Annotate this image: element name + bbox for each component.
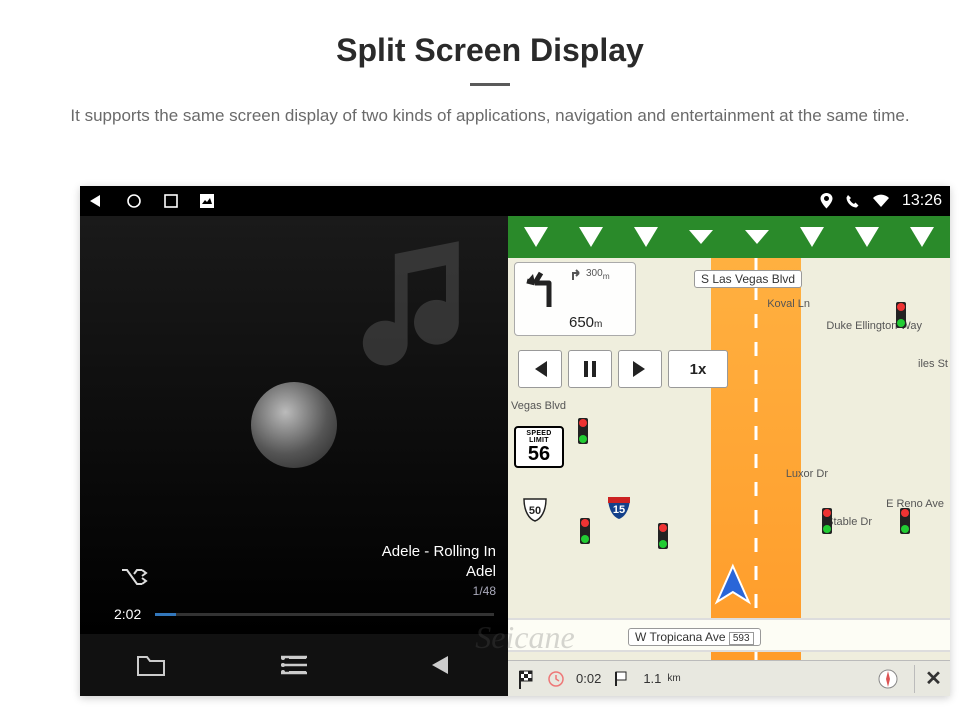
current-position-icon — [709, 562, 757, 610]
status-bar: 13:26 — [80, 186, 950, 216]
title-underline — [470, 83, 510, 86]
lane-guidance-strip — [508, 216, 950, 258]
track-index: 1/48 — [382, 584, 496, 600]
remaining-distance: 1.1km — [643, 671, 680, 686]
svg-text:50: 50 — [529, 505, 541, 517]
now-playing-info: Adele - Rolling In Adel 1/48 — [382, 542, 496, 600]
clock-icon — [548, 671, 564, 687]
label-reno: E Reno Ave — [886, 498, 944, 510]
street-label-bottom: W Tropicana Ave 593 — [628, 628, 761, 646]
shuffle-icon[interactable] — [120, 566, 148, 588]
playlist-button[interactable] — [223, 634, 366, 696]
recent-square-icon[interactable] — [164, 194, 178, 208]
song-title: Adele - Rolling In — [382, 542, 496, 562]
folder-button[interactable] — [80, 634, 223, 696]
sim-next-button[interactable] — [618, 350, 662, 388]
traffic-light-icon — [580, 518, 590, 544]
home-circle-icon[interactable] — [126, 193, 142, 209]
traffic-light-icon — [578, 418, 588, 444]
label-koval: Koval Ln — [767, 298, 810, 310]
svg-text:15: 15 — [613, 504, 625, 516]
device-screenshot: 13:26 Adele - Rolling In Adel 1/48 2:0 — [80, 186, 950, 696]
destination-flag-icon[interactable] — [516, 669, 536, 689]
us-route-shield-icon: 50 — [522, 496, 548, 522]
page-description: It supports the same screen display of t… — [50, 104, 930, 129]
player-bottom-bar — [80, 634, 508, 696]
traffic-light-icon — [900, 508, 910, 534]
elapsed-time: 2:02 — [114, 606, 141, 622]
eta-value: 0:02 — [576, 671, 601, 686]
wifi-icon — [872, 194, 890, 208]
interstate-shield-icon: 15 — [606, 494, 632, 520]
label-iles: iles St — [918, 358, 948, 370]
label-luxor: Luxor Dr — [786, 468, 828, 480]
music-player-pane: Adele - Rolling In Adel 1/48 2:02 — [80, 216, 508, 696]
traffic-light-icon — [896, 302, 906, 328]
location-icon — [820, 193, 833, 209]
back-triangle-icon[interactable] — [88, 193, 104, 209]
label-stable: Stable Dr — [826, 516, 872, 528]
nav-simulation-controls: 1x — [518, 350, 728, 388]
speed-limit-sign: SPEED LIMIT 56 — [514, 426, 564, 468]
map-canvas[interactable]: S Las Vegas Blvd W Tropicana Ave 593 Veg… — [508, 258, 950, 696]
turn-instruction-box: 300m 650m — [514, 262, 636, 336]
sim-pause-button[interactable] — [568, 350, 612, 388]
navigation-pane: S Las Vegas Blvd W Tropicana Ave 593 Veg… — [508, 216, 950, 696]
status-clock: 13:26 — [902, 192, 942, 210]
sim-prev-button[interactable] — [518, 350, 562, 388]
nav-bottom-bar: 0:02 1.1km ✕ — [508, 660, 950, 696]
page-title: Split Screen Display — [0, 0, 980, 69]
label-ellington: Duke Ellington Way — [826, 320, 922, 332]
traffic-light-icon — [822, 508, 832, 534]
progress-bar[interactable] — [155, 613, 494, 616]
compass-icon[interactable] — [878, 669, 898, 689]
music-note-icon — [334, 230, 494, 390]
label-vegas-blvd: Vegas Blvd — [511, 400, 566, 412]
sim-speed-button[interactable]: 1x — [668, 350, 728, 388]
street-label-top: S Las Vegas Blvd — [694, 270, 802, 288]
turn-right-small-icon — [569, 267, 583, 281]
close-button[interactable]: ✕ — [914, 665, 942, 693]
song-artist: Adel — [382, 562, 496, 582]
traffic-light-icon — [658, 523, 668, 549]
joystick-control[interactable] — [251, 382, 337, 468]
route-flag-icon — [613, 670, 631, 688]
picture-icon[interactable] — [200, 194, 214, 208]
phone-icon — [845, 194, 860, 209]
turn-left-icon — [521, 267, 563, 309]
previous-track-button[interactable] — [365, 634, 508, 696]
